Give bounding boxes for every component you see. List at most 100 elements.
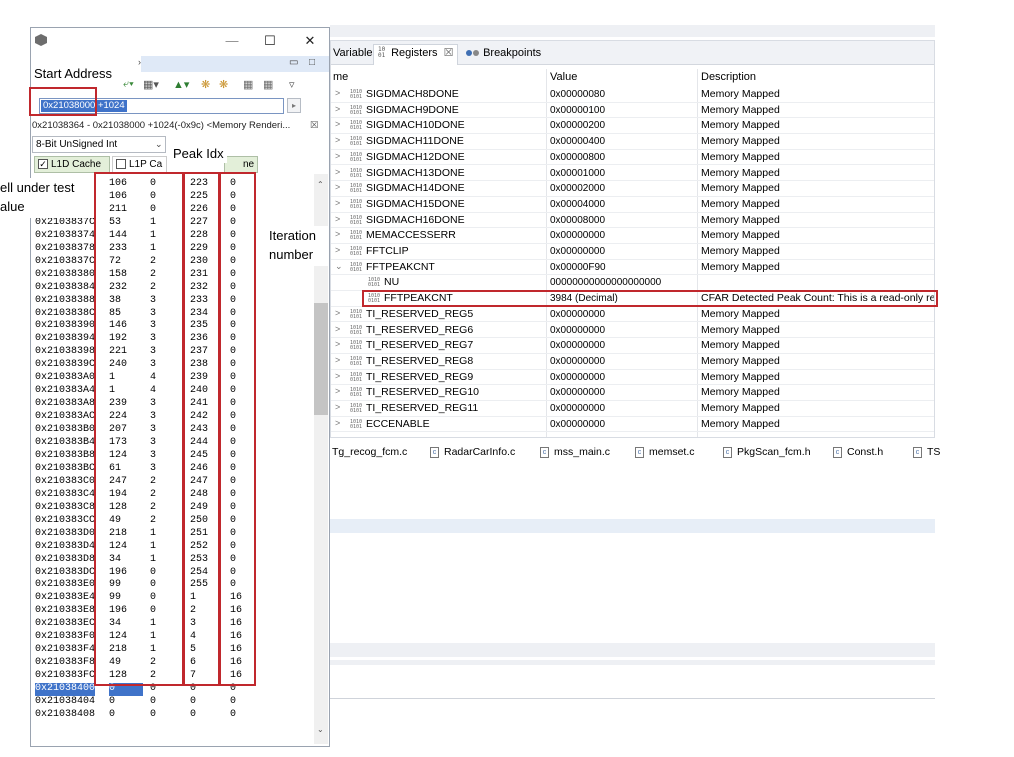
register-row[interactable]: >1010 0101 SIGDMACH13DONE 0x00001000 Memory … xyxy=(331,166,934,182)
register-value[interactable]: 0x00004000 xyxy=(550,199,605,210)
close-icon[interactable]: ☒ xyxy=(444,47,454,59)
register-row[interactable]: >1010 0101 TI_RESERVED_REG8 0x00000000 Memor… xyxy=(331,354,934,370)
maximize-view-icon[interactable]: □ xyxy=(309,57,315,68)
register-row[interactable]: >1010 0101 SIGDMACH15DONE 0x00004000 Memory … xyxy=(331,197,934,213)
register-value[interactable]: 00000000000000000000 xyxy=(550,277,661,288)
cache-option-partial[interactable]: ne xyxy=(224,156,258,173)
register-row[interactable]: >1010 0101 SIGDMACH14DONE 0x00002000 Memory … xyxy=(331,181,934,197)
close-button[interactable]: ✕ xyxy=(301,32,319,50)
go-button[interactable]: ▸ xyxy=(287,98,301,113)
register-row[interactable]: >1010 0101 SIGDMACH9DONE 0x00000100 Memory M… xyxy=(331,103,934,119)
file-tab[interactable]: c memset.c xyxy=(635,446,695,458)
expand-icon[interactable]: ⌄ xyxy=(335,261,343,272)
register-row[interactable]: 1010 0101 NU 00000000000000000000 xyxy=(331,275,934,292)
minimize-button[interactable]: — xyxy=(223,32,241,50)
window-titlebar[interactable]: — ☐ ✕ xyxy=(31,28,329,54)
register-value[interactable]: 0x00008000 xyxy=(550,215,605,226)
register-row[interactable]: >1010 0101 SIGDMACH10DONE 0x00000200 Memory … xyxy=(331,118,934,135)
register-value[interactable]: 0x00000800 xyxy=(550,152,605,163)
register-value[interactable]: 0x00000400 xyxy=(550,136,605,147)
l1p-cache-checkbox[interactable]: L1P Ca xyxy=(112,156,167,173)
expand-icon[interactable]: > xyxy=(335,167,340,177)
expand-icon[interactable]: > xyxy=(335,198,340,208)
register-value[interactable]: 0x00001000 xyxy=(550,168,605,179)
scroll-up-icon[interactable]: ⌃ xyxy=(317,180,324,189)
register-row[interactable]: >1010 0101 ECCENABLE 0x00000000 Memory Mappe… xyxy=(331,417,934,433)
register-row[interactable]: >1010 0101 TI_RESERVED_REG10 0x00000000 Memo… xyxy=(331,385,934,401)
file-tab[interactable]: c PkgScan_fcm.h xyxy=(723,446,811,458)
maximize-button[interactable]: ☐ xyxy=(261,32,279,50)
view-menu-icon[interactable]: ▿ xyxy=(289,78,295,91)
memory-cell[interactable]: 0 xyxy=(230,696,236,709)
register-row[interactable]: >1010 0101 TI_RESERVED_REG9 0x00000000 Memor… xyxy=(331,370,934,386)
register-value[interactable]: 0x00000000 xyxy=(550,372,605,383)
expand-icon[interactable]: > xyxy=(335,151,340,161)
refresh-icon[interactable]: ⤶▾ xyxy=(123,78,134,91)
expand-icon[interactable]: > xyxy=(335,135,340,145)
scroll-down-icon[interactable]: ⌄ xyxy=(317,725,324,734)
register-value[interactable]: 0x00000F90 xyxy=(550,262,606,273)
column-name-header[interactable]: me xyxy=(333,71,348,83)
tab-registers[interactable]: 10 01 Registers ☒ xyxy=(373,44,459,65)
register-row[interactable]: >1010 0101 TI_RESERVED_REG5 0x00000000 Memor… xyxy=(331,307,934,323)
pin-icon[interactable]: ▦ xyxy=(263,78,273,91)
file-tab[interactable]: c TS xyxy=(913,446,940,458)
register-row[interactable]: >1010 0101 SIGDMACH16DONE 0x00008000 Memory … xyxy=(331,213,934,229)
expand-icon[interactable]: > xyxy=(335,88,340,98)
register-value[interactable]: 0x00000000 xyxy=(550,230,605,241)
file-tab[interactable]: Tg_recog_fcm.c xyxy=(332,446,407,458)
memory-cell[interactable]: 0 xyxy=(150,696,156,709)
register-row[interactable]: >1010 0101 SIGDMACH12DONE 0x00000800 Memory … xyxy=(331,150,934,166)
memory-rendering-tab[interactable]: 0x21038364 - 0x21038000 +1024(-0x9c) <Me… xyxy=(32,120,328,131)
register-value[interactable]: 0x00000000 xyxy=(550,309,605,320)
expand-icon[interactable]: > xyxy=(335,355,340,365)
expand-icon[interactable]: > xyxy=(335,402,340,412)
tab-breakpoints[interactable]: Breakpoints xyxy=(466,45,541,61)
register-row[interactable]: >1010 0101 SIGDMACH8DONE 0x00000080 Memory M… xyxy=(331,87,934,103)
expand-icon[interactable]: > xyxy=(335,245,340,255)
file-tab[interactable]: c Const.h xyxy=(833,446,883,458)
expand-icon[interactable]: > xyxy=(335,229,340,239)
register-value[interactable]: 0x00000000 xyxy=(550,387,605,398)
expand-icon[interactable]: > xyxy=(335,214,340,224)
register-value[interactable]: 0x00000200 xyxy=(550,120,605,131)
expand-icon[interactable]: > xyxy=(335,339,340,349)
column-description-header[interactable]: Description xyxy=(701,71,756,83)
column-value-header[interactable]: Value xyxy=(550,71,577,83)
new-rendering-icon[interactable]: ▲▾ xyxy=(173,78,189,91)
expand-icon[interactable]: > xyxy=(335,324,340,334)
tab-variables[interactable]: Variables xyxy=(333,45,378,61)
register-row[interactable]: ⌄ 1010 0101 FFTPEAKCNT 0x00000F90 Memory Mapp… xyxy=(331,260,934,276)
expand-icon[interactable]: > xyxy=(335,386,340,396)
register-row[interactable]: >1010 0101 MEMACCESSERR 0x00000000 Memory Ma… xyxy=(331,228,934,244)
register-value[interactable]: 0x00000000 xyxy=(550,340,605,351)
register-value[interactable]: 0x00000000 xyxy=(550,325,605,336)
import-icon[interactable]: ▦▾ xyxy=(143,78,159,91)
link-icon[interactable]: ❋ xyxy=(201,78,210,91)
register-value[interactable]: 0x00000080 xyxy=(550,89,605,100)
expand-icon[interactable]: > xyxy=(335,308,340,318)
memory-cell[interactable]: 0 xyxy=(230,709,236,722)
register-value[interactable]: 0x00000100 xyxy=(550,105,605,116)
register-value[interactable]: 0x00000000 xyxy=(550,403,605,414)
expand-icon[interactable]: > xyxy=(335,182,340,192)
minimize-view-icon[interactable]: ▭ xyxy=(289,57,298,68)
new-window-icon[interactable]: ▦ xyxy=(243,78,253,91)
register-value[interactable]: 0x00002000 xyxy=(550,183,605,194)
memory-cell[interactable]: 0 xyxy=(150,709,156,722)
register-value[interactable]: 0x00000000 xyxy=(550,246,605,257)
file-tab[interactable]: c RadarCarInfo.c xyxy=(430,446,515,458)
register-row[interactable]: >1010 0101 TI_RESERVED_REG7 0x00000000 Memor… xyxy=(331,338,934,354)
register-row[interactable]: >1010 0101 TI_RESERVED_REG6 0x00000000 Memor… xyxy=(331,323,934,339)
register-row[interactable]: >1010 0101 TI_RESERVED_REG11 0x00000000 Memo… xyxy=(331,401,934,417)
expand-icon[interactable]: > xyxy=(335,371,340,381)
memory-cell[interactable]: 0 xyxy=(190,709,196,722)
memory-cell[interactable]: 0 xyxy=(109,709,115,722)
register-value[interactable]: 0x00000000 xyxy=(550,419,605,430)
chevron-down-icon[interactable]: ⌄ xyxy=(155,139,163,150)
tab-overflow-icon[interactable]: › xyxy=(138,57,141,67)
l1d-cache-checkbox[interactable]: ✓ L1D Cache xyxy=(34,156,110,173)
memory-cell[interactable]: 0 xyxy=(109,696,115,709)
sync-icon[interactable]: ❋ xyxy=(219,78,228,91)
expand-icon[interactable]: > xyxy=(335,104,340,114)
